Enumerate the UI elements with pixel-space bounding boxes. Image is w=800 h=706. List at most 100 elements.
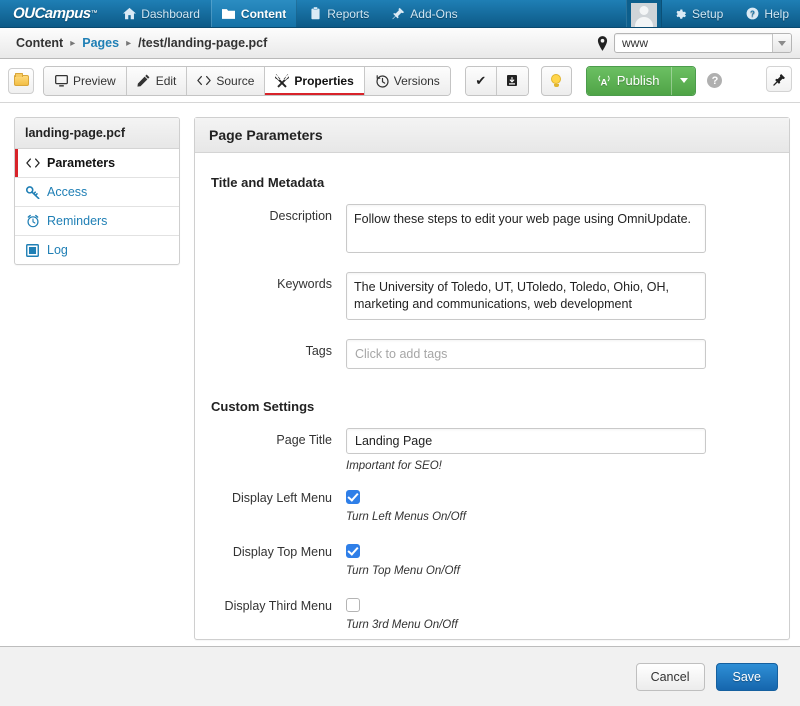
nav-item-addons[interactable]: Add-Ons bbox=[380, 0, 468, 27]
site-selector-dropdown[interactable]: www bbox=[614, 33, 792, 53]
user-avatar-icon bbox=[630, 3, 657, 27]
nav-item-content-label: Content bbox=[240, 6, 287, 21]
nav-item-setup-label: Setup bbox=[691, 6, 724, 21]
page-body: landing-page.pcf Parameters Access Remin… bbox=[0, 103, 800, 641]
home-icon bbox=[122, 7, 136, 21]
page-title-input[interactable] bbox=[346, 428, 706, 454]
tab-preview-label: Preview bbox=[73, 73, 116, 88]
section-title-metadata: Title and Metadata bbox=[211, 175, 325, 190]
section-title-custom-settings: Custom Settings bbox=[211, 399, 315, 414]
sidebar-item-parameters[interactable]: Parameters bbox=[15, 149, 179, 178]
sidebar-panel: landing-page.pcf Parameters Access Remin… bbox=[14, 117, 180, 265]
check-icon: ✔ bbox=[475, 72, 487, 88]
nav-item-reports[interactable]: Reports bbox=[297, 0, 380, 27]
pencil-icon bbox=[137, 74, 151, 88]
log-book-icon bbox=[25, 243, 40, 257]
breadcrumb-bar: Content ▸ Pages ▸ /test/landing-page.pcf… bbox=[0, 28, 800, 59]
page-toolbar: Preview Edit Source Properties Versions … bbox=[0, 59, 800, 103]
site-selector-value: www bbox=[622, 36, 648, 50]
tags-input[interactable]: Click to add tags bbox=[346, 339, 706, 369]
tab-properties-label: Properties bbox=[294, 73, 354, 88]
publish-button[interactable]: A Publish bbox=[586, 66, 672, 95]
save-button[interactable]: Save bbox=[715, 662, 778, 691]
svg-text:?: ? bbox=[750, 9, 755, 18]
keywords-textarea[interactable] bbox=[346, 272, 706, 320]
tab-preview[interactable]: Preview bbox=[44, 66, 127, 95]
nav-item-setup[interactable]: Setup bbox=[662, 0, 734, 27]
ou-campus-logo[interactable]: OUCampus ™ bbox=[0, 0, 112, 27]
sidebar-item-log[interactable]: Log bbox=[15, 236, 179, 264]
wrench-screwdriver-icon bbox=[275, 73, 290, 88]
field-row-display-third-menu: Display Third Menu Turn 3rd Menu On/Off bbox=[211, 594, 769, 631]
key-icon bbox=[25, 185, 40, 199]
tab-edit-label: Edit bbox=[155, 73, 177, 88]
chevron-down-icon[interactable] bbox=[772, 34, 791, 52]
description-textarea[interactable] bbox=[346, 204, 706, 253]
page-parameters-form: Title and Metadata Description Keywords … bbox=[195, 153, 789, 658]
question-circle-icon: ? bbox=[745, 7, 759, 21]
display-left-menu-label: Display Left Menu bbox=[231, 491, 332, 505]
properties-sidebar: landing-page.pcf Parameters Access Remin… bbox=[14, 117, 180, 641]
display-top-menu-label: Display Top Menu bbox=[232, 545, 332, 559]
code-icon bbox=[25, 158, 40, 168]
nav-item-help[interactable]: ? Help bbox=[734, 0, 800, 27]
nav-item-dashboard[interactable]: Dashboard bbox=[111, 0, 211, 27]
site-selector-group: www bbox=[597, 33, 792, 53]
folder-button[interactable] bbox=[8, 67, 34, 94]
gear-icon bbox=[673, 7, 687, 21]
cancel-button[interactable]: Cancel bbox=[635, 662, 705, 691]
display-third-menu-hint: Turn 3rd Menu On/Off bbox=[346, 619, 458, 631]
sidebar-item-reminders-label: Reminders bbox=[47, 214, 108, 228]
field-row-description: Description bbox=[211, 204, 769, 258]
display-top-menu-hint: Turn Top Menu On/Off bbox=[346, 565, 460, 577]
plug-icon bbox=[772, 72, 786, 86]
approve-check-button[interactable]: ✔ bbox=[465, 66, 497, 95]
description-label: Description bbox=[269, 209, 332, 223]
trademark-symbol: ™ bbox=[90, 10, 98, 17]
question-mark-icon: ? bbox=[711, 74, 719, 87]
sidebar-item-log-label: Log bbox=[47, 243, 68, 257]
archive-box-icon bbox=[505, 74, 519, 88]
toolbar-help-button[interactable]: ? bbox=[707, 73, 723, 88]
app-window: OUCampus ™ Dashboard Content Reports Add- bbox=[0, 0, 800, 706]
tab-properties[interactable]: Properties bbox=[265, 66, 365, 95]
tab-source[interactable]: Source bbox=[187, 66, 266, 95]
broadcast-icon: A bbox=[597, 74, 611, 88]
breadcrumb-current-path: /test/landing-page.pcf bbox=[138, 36, 268, 50]
breadcrumb-root[interactable]: Content bbox=[16, 36, 63, 50]
pin-icon bbox=[391, 7, 405, 21]
display-third-menu-checkbox[interactable] bbox=[346, 598, 360, 612]
sidebar-header: landing-page.pcf bbox=[15, 118, 179, 149]
field-row-display-left-menu: Display Left Menu Turn Left Menus On/Off bbox=[211, 486, 769, 523]
form-footer: Cancel Save bbox=[0, 646, 800, 706]
lightbulb-button[interactable] bbox=[540, 65, 572, 96]
page-title: Page Parameters bbox=[195, 118, 789, 153]
display-top-menu-checkbox[interactable] bbox=[346, 544, 360, 558]
breadcrumb-pages-link[interactable]: Pages bbox=[82, 36, 119, 50]
brand-text: OUCampus bbox=[12, 5, 91, 22]
publish-button-group: A Publish bbox=[585, 65, 697, 96]
sidebar-item-access[interactable]: Access bbox=[15, 178, 179, 207]
page-mode-tabs: Preview Edit Source Properties Versions bbox=[43, 65, 451, 96]
clipboard-icon bbox=[308, 7, 322, 21]
page-title-label: Page Title bbox=[276, 433, 332, 447]
field-row-tags: Tags Click to add tags bbox=[211, 339, 769, 369]
publish-dropdown-toggle[interactable] bbox=[671, 66, 696, 95]
clock-revert-icon bbox=[375, 74, 389, 88]
archive-button[interactable] bbox=[496, 66, 528, 95]
tab-edit[interactable]: Edit bbox=[126, 66, 188, 95]
nav-item-content[interactable]: Content bbox=[210, 0, 298, 27]
tab-versions[interactable]: Versions bbox=[364, 66, 450, 95]
display-left-menu-checkbox[interactable] bbox=[346, 490, 360, 504]
breadcrumb-separator: ▸ bbox=[126, 37, 132, 49]
plugin-button[interactable] bbox=[766, 66, 792, 92]
field-row-page-title: Page Title Important for SEO! bbox=[211, 428, 769, 472]
folder-icon bbox=[222, 7, 236, 21]
tab-source-label: Source bbox=[216, 73, 255, 88]
user-avatar[interactable] bbox=[625, 0, 662, 27]
sidebar-item-reminders[interactable]: Reminders bbox=[15, 207, 179, 236]
breadcrumb-separator: ▸ bbox=[70, 37, 76, 49]
field-row-display-top-menu: Display Top Menu Turn Top Menu On/Off bbox=[211, 540, 769, 577]
nav-item-reports-label: Reports bbox=[327, 6, 370, 21]
location-pin-icon bbox=[597, 35, 608, 51]
